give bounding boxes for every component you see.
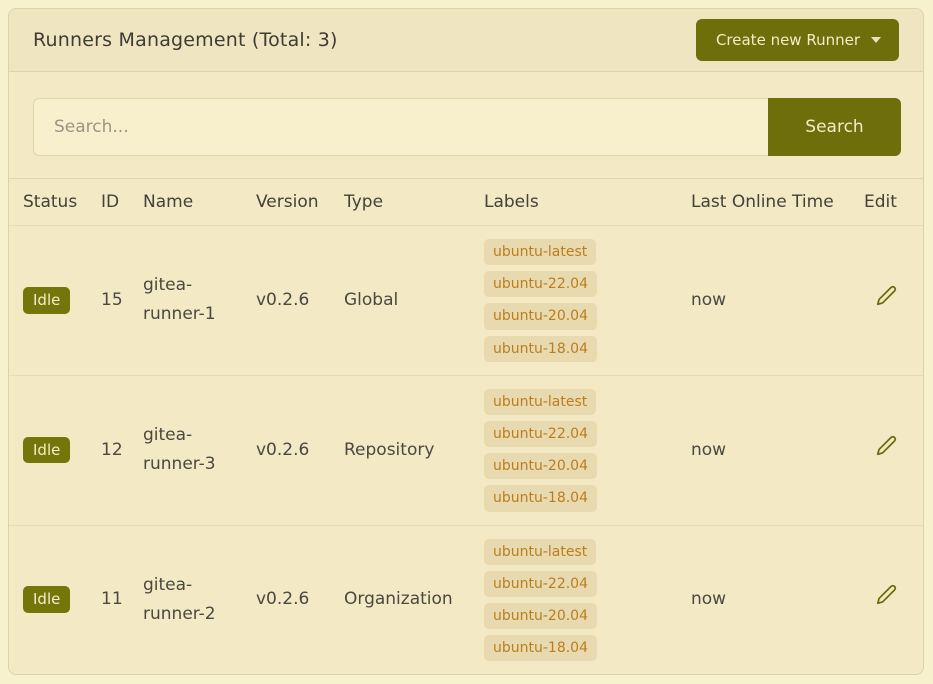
runner-label: ubuntu-20.04	[484, 603, 597, 629]
edit-runner-button[interactable]	[876, 285, 897, 306]
search-button[interactable]: Search	[768, 98, 901, 156]
name-cell: gitea-runner-1	[129, 226, 242, 376]
pencil-icon	[876, 435, 897, 456]
search-bar: Search	[33, 98, 901, 156]
create-new-runner-button[interactable]: Create new Runner	[696, 19, 899, 61]
runners-table-body: Idle 15 gitea-runner-1 v0.2.6 Global ubu…	[9, 226, 923, 675]
column-header-edit: Edit	[850, 179, 923, 226]
labels-stack: ubuntu-latest ubuntu-22.04 ubuntu-20.04 ubu…	[484, 389, 671, 512]
table-row: Idle 15 gitea-runner-1 v0.2.6 Global ubu…	[9, 226, 923, 376]
runner-label: ubuntu-latest	[484, 389, 596, 415]
runners-table-head: Status ID Name Version Type Labels Last …	[9, 179, 923, 226]
status-cell: Idle	[9, 375, 87, 525]
status-cell: Idle	[9, 525, 87, 674]
runner-label: ubuntu-20.04	[484, 453, 597, 479]
type-cell: Repository	[330, 375, 470, 525]
column-header-name: Name	[129, 179, 242, 226]
version-cell: v0.2.6	[242, 226, 330, 376]
labels-stack: ubuntu-latest ubuntu-22.04 ubuntu-20.04 ubu…	[484, 239, 671, 362]
column-header-labels: Labels	[470, 179, 677, 226]
column-header-id: ID	[87, 179, 129, 226]
page-title: Runners Management (Total: 3)	[33, 29, 338, 51]
labels-cell: ubuntu-latest ubuntu-22.04 ubuntu-20.04 ubu…	[470, 226, 677, 376]
labels-cell: ubuntu-latest ubuntu-22.04 ubuntu-20.04 ubu…	[470, 525, 677, 674]
last-online-cell: now	[677, 375, 850, 525]
edit-cell	[850, 525, 923, 674]
column-header-type: Type	[330, 179, 470, 226]
table-header-row: Status ID Name Version Type Labels Last …	[9, 179, 923, 226]
runner-label: ubuntu-20.04	[484, 303, 597, 329]
caret-down-icon	[871, 37, 881, 43]
id-cell: 15	[87, 226, 129, 376]
runners-table: Status ID Name Version Type Labels Last …	[9, 179, 923, 674]
edit-cell	[850, 226, 923, 376]
pencil-icon	[876, 584, 897, 605]
runner-label: ubuntu-22.04	[484, 271, 597, 297]
runner-label: ubuntu-latest	[484, 239, 596, 265]
edit-runner-button[interactable]	[876, 435, 897, 456]
runners-management-panel: Runners Management (Total: 3) Create new…	[8, 8, 924, 675]
status-cell: Idle	[9, 226, 87, 376]
labels-stack: ubuntu-latest ubuntu-22.04 ubuntu-20.04 ubu…	[484, 539, 671, 662]
status-badge: Idle	[23, 287, 70, 314]
runner-label: ubuntu-18.04	[484, 336, 597, 362]
search-input[interactable]	[33, 98, 768, 156]
id-cell: 11	[87, 525, 129, 674]
runner-label: ubuntu-latest	[484, 539, 596, 565]
edit-runner-button[interactable]	[876, 584, 897, 605]
runner-label: ubuntu-22.04	[484, 421, 597, 447]
id-cell: 12	[87, 375, 129, 525]
runner-label: ubuntu-22.04	[484, 571, 597, 597]
labels-cell: ubuntu-latest ubuntu-22.04 ubuntu-20.04 ubu…	[470, 375, 677, 525]
name-cell: gitea-runner-3	[129, 375, 242, 525]
runner-label: ubuntu-18.04	[484, 635, 597, 661]
column-header-version: Version	[242, 179, 330, 226]
column-header-status: Status	[9, 179, 87, 226]
name-cell: gitea-runner-2	[129, 525, 242, 674]
runner-label: ubuntu-18.04	[484, 485, 597, 511]
type-cell: Organization	[330, 525, 470, 674]
status-badge: Idle	[23, 586, 70, 613]
version-cell: v0.2.6	[242, 525, 330, 674]
last-online-cell: now	[677, 226, 850, 376]
column-header-last-online-time: Last Online Time	[677, 179, 850, 226]
pencil-icon	[876, 285, 897, 306]
search-section: Search	[9, 72, 923, 179]
type-cell: Global	[330, 226, 470, 376]
table-row: Idle 12 gitea-runner-3 v0.2.6 Repository…	[9, 375, 923, 525]
create-new-runner-label: Create new Runner	[716, 31, 860, 49]
table-row: Idle 11 gitea-runner-2 v0.2.6 Organizati…	[9, 525, 923, 674]
last-online-cell: now	[677, 525, 850, 674]
edit-cell	[850, 375, 923, 525]
version-cell: v0.2.6	[242, 375, 330, 525]
status-badge: Idle	[23, 437, 70, 464]
panel-header: Runners Management (Total: 3) Create new…	[9, 9, 923, 72]
